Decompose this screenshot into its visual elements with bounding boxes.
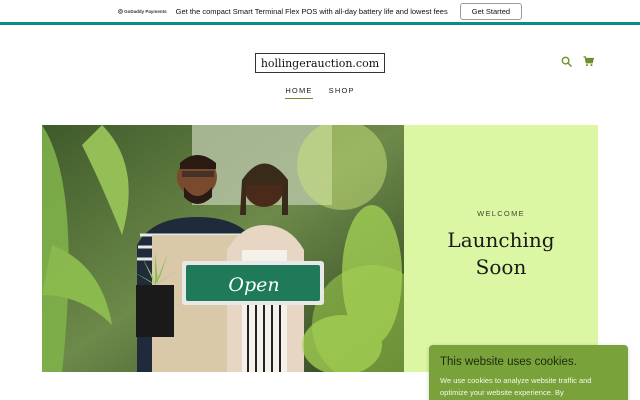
godaddy-mark-icon: ◎ bbox=[117, 8, 124, 15]
site-title[interactable]: hollingerauction.com bbox=[255, 53, 385, 73]
main-nav: HOME SHOP bbox=[0, 86, 640, 99]
nav-item-shop[interactable]: SHOP bbox=[329, 86, 355, 99]
cart-icon[interactable] bbox=[583, 56, 594, 67]
godaddy-logo: ◎ GoDaddy Payments bbox=[118, 8, 167, 15]
cookie-banner: This website uses cookies. We use cookie… bbox=[429, 345, 628, 400]
cookie-body: We use cookies to analyze website traffi… bbox=[440, 376, 592, 397]
header-actions bbox=[561, 56, 594, 67]
hero-title-line-1: Launching bbox=[447, 228, 555, 252]
nav-item-home[interactable]: HOME bbox=[285, 86, 313, 99]
cookie-title: This website uses cookies. bbox=[440, 356, 577, 368]
hero-panel: WELCOME Launching Soon bbox=[404, 125, 598, 372]
hero-image: Open bbox=[42, 125, 404, 372]
promo-divider bbox=[0, 22, 640, 25]
hero-eyebrow: WELCOME bbox=[477, 209, 525, 218]
promo-bar: ◎ GoDaddy Payments Get the compact Smart… bbox=[0, 0, 640, 22]
get-started-button[interactable]: Get Started bbox=[459, 2, 523, 20]
search-icon[interactable] bbox=[561, 56, 572, 67]
open-sign-text: Open bbox=[228, 274, 279, 296]
promo-message: Get the compact Smart Terminal Flex POS … bbox=[175, 6, 448, 16]
hero-title-line-2: Soon bbox=[475, 255, 527, 279]
godaddy-logo-text: GoDaddy Payments bbox=[124, 8, 167, 14]
hero-title: Launching Soon bbox=[404, 227, 598, 281]
